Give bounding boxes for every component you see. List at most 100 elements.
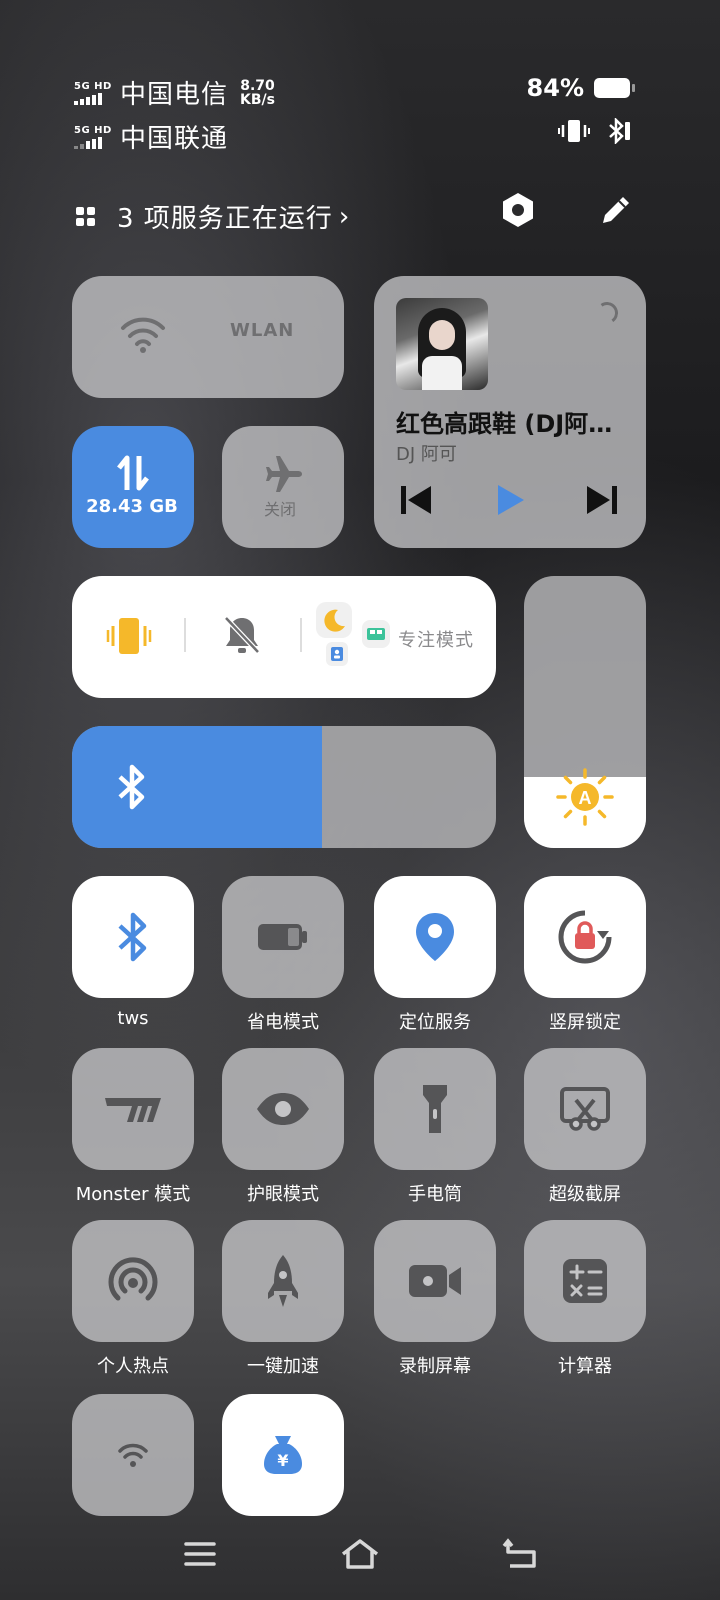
- hotspot-tile[interactable]: [72, 1220, 194, 1342]
- location-tile[interactable]: [374, 876, 496, 998]
- screen-record-tile[interactable]: [374, 1220, 496, 1342]
- menu-button[interactable]: [178, 1532, 222, 1576]
- calculator-icon: [563, 1259, 607, 1303]
- carrier-2: 中国联通: [120, 124, 229, 154]
- next-track-button[interactable]: [582, 480, 622, 520]
- tile-label-power-saving: 省电模式: [247, 1012, 319, 1033]
- chevron-right-icon: ›: [338, 201, 350, 232]
- auto-brightness-icon: A: [556, 768, 614, 826]
- svg-text:A: A: [579, 788, 592, 808]
- signal-indicator-sim2: 5G HD: [74, 125, 114, 149]
- bluetooth-slider-fill: [72, 726, 323, 848]
- home-button[interactable]: [338, 1532, 382, 1576]
- menu-icon: [184, 1542, 216, 1566]
- tile-label-tws: tws: [117, 1008, 149, 1029]
- tile-label-rotation-lock: 竖屏锁定: [549, 1012, 621, 1033]
- play-icon: [498, 485, 524, 515]
- network-speed: 8.70 KB/s: [240, 77, 275, 108]
- rotation-lock-icon: [558, 910, 612, 964]
- vibrate-mode-button[interactable]: [106, 616, 152, 660]
- tile-label-screen-record: 录制屏幕: [399, 1356, 471, 1377]
- rotation-lock-tile[interactable]: [524, 876, 646, 998]
- moon-icon: [324, 609, 345, 632]
- wifi-small-icon: [118, 1443, 148, 1467]
- carrier-1: 中国电信: [120, 80, 229, 110]
- vibrate-icon: [106, 618, 152, 654]
- hotspot-icon: [108, 1257, 158, 1301]
- battery-icon: [594, 78, 635, 98]
- next-icon: [587, 486, 617, 514]
- tile-label-location: 定位服务: [399, 1012, 471, 1033]
- focus-mode-label: 专注模式: [398, 630, 474, 651]
- album-art[interactable]: [396, 298, 488, 390]
- money-bag-icon: ¥: [264, 1436, 302, 1474]
- edit-button[interactable]: [596, 190, 636, 230]
- power-saving-tile[interactable]: [222, 876, 344, 998]
- airplane-mode-tile[interactable]: [222, 426, 344, 548]
- battery-icon: [258, 924, 307, 950]
- back-button[interactable]: [498, 1532, 542, 1576]
- brightness-slider[interactable]: A: [524, 576, 646, 848]
- play-button[interactable]: [490, 480, 530, 520]
- tws-tile[interactable]: [72, 876, 194, 998]
- tile-label-eye-comfort: 护眼模式: [247, 1184, 319, 1205]
- data-usage-label: 28.43 GB: [86, 496, 178, 517]
- services-icon: [76, 207, 95, 226]
- bed-icon: [367, 628, 385, 640]
- settings-button[interactable]: [498, 190, 538, 230]
- location-pin-icon: [416, 913, 454, 961]
- mobile-data-tile[interactable]: [72, 426, 194, 548]
- wifi-extra-tile[interactable]: [72, 1394, 194, 1516]
- status-row-sim1: 5G HD 中国电信 8.70 KB/s: [74, 74, 275, 111]
- mute-mode-button[interactable]: [222, 614, 262, 660]
- calculator-tile[interactable]: [524, 1220, 646, 1342]
- tile-label-boost: 一键加速: [247, 1356, 319, 1377]
- screenshot-icon: [560, 1087, 610, 1131]
- back-icon: [502, 1538, 536, 1568]
- signal-indicator-sim1: 5G HD: [74, 81, 114, 105]
- data-transfer-icon: [117, 455, 149, 491]
- home-icon: [341, 1539, 379, 1569]
- eye-comfort-tile[interactable]: [222, 1048, 344, 1170]
- wlan-label: WLAN: [230, 320, 295, 341]
- airplane-status-label: 关闭: [263, 500, 296, 519]
- services-text: 3 项服务正在运行: [117, 204, 333, 234]
- status-icons: [558, 118, 632, 144]
- pencil-icon: [603, 197, 629, 223]
- wlan-tile[interactable]: [72, 276, 344, 398]
- tile-label-monster-mode: Monster 模式: [75, 1184, 191, 1205]
- rocket-icon: [268, 1255, 298, 1307]
- eye-icon: [257, 1093, 309, 1125]
- gear-hex-icon: [503, 193, 533, 227]
- bluetooth-icon: [118, 764, 145, 810]
- boost-tile[interactable]: [222, 1220, 344, 1342]
- monster-icon: [105, 1098, 161, 1122]
- tile-label-hotspot: 个人热点: [97, 1356, 169, 1377]
- super-screenshot-tile[interactable]: [524, 1048, 646, 1170]
- battery-status: 84%: [526, 74, 635, 102]
- tile-label-super-screenshot: 超级截屏: [549, 1184, 621, 1205]
- focus-mode-button[interactable]: [312, 598, 392, 670]
- wifi-icon: [121, 317, 165, 353]
- flashlight-icon: [423, 1085, 447, 1133]
- previous-track-button[interactable]: [396, 480, 436, 520]
- svg-text:¥: ¥: [277, 1451, 288, 1470]
- bluetooth-icon: [609, 118, 630, 144]
- song-title: 红色高跟鞋 (DJ阿可版): [396, 410, 618, 438]
- flashlight-tile[interactable]: [374, 1048, 496, 1170]
- monster-mode-tile[interactable]: [72, 1048, 194, 1170]
- wallet-tile[interactable]: ¥: [222, 1394, 344, 1516]
- contact-card-icon: [331, 647, 343, 661]
- bluetooth-icon: [118, 912, 147, 962]
- song-artist: DJ 阿可: [396, 444, 457, 465]
- bell-off-icon: [224, 616, 260, 654]
- vibrate-icon: [558, 120, 590, 142]
- tile-label-flashlight: 手电筒: [408, 1184, 462, 1205]
- previous-icon: [401, 486, 431, 514]
- bluetooth-slider[interactable]: [72, 726, 496, 848]
- tile-label-calculator: 计算器: [558, 1356, 612, 1377]
- running-services[interactable]: 3 项服务正在运行 ›: [76, 198, 349, 235]
- airplane-icon: [266, 456, 302, 492]
- status-row-sim2: 5G HD 中国联通: [74, 118, 228, 155]
- battery-percent: 84%: [526, 74, 584, 102]
